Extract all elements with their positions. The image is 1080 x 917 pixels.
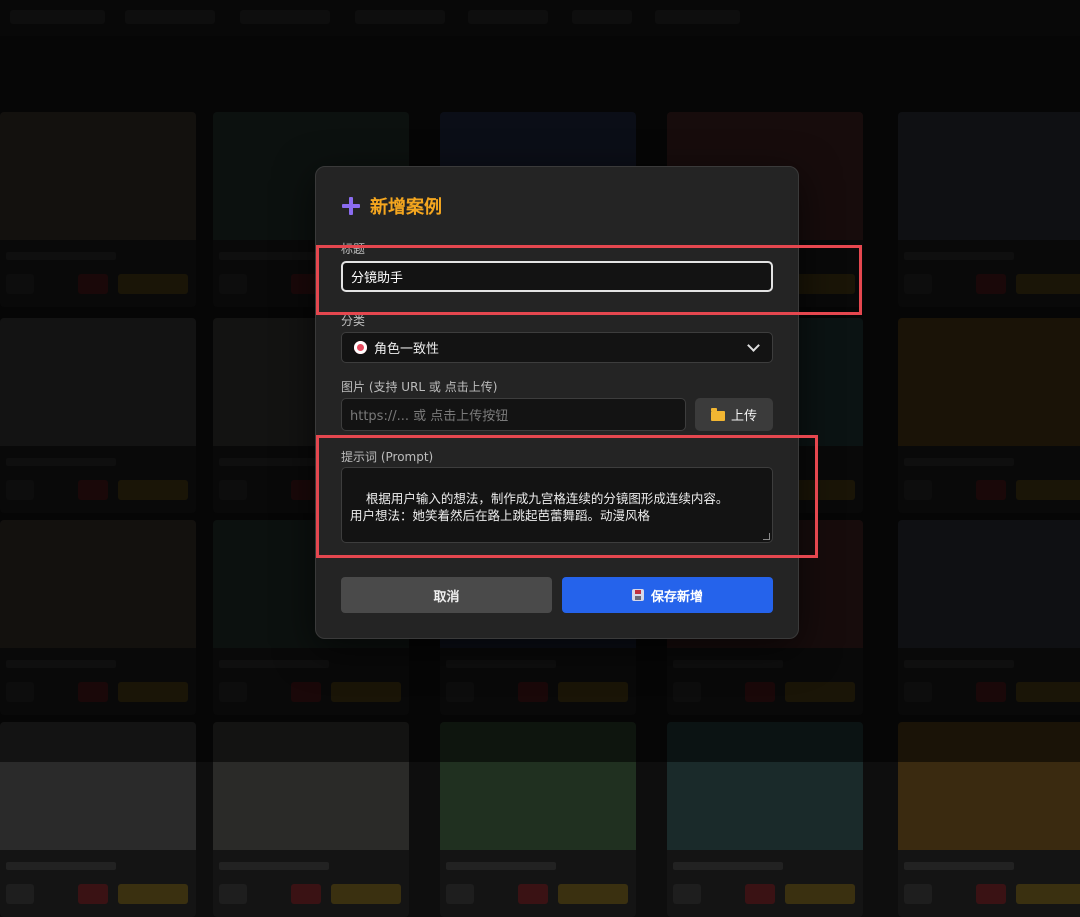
background-card-placeholder <box>6 862 116 870</box>
background-card-placeholder <box>904 884 932 904</box>
modal-header: 新增案例 <box>341 193 442 219</box>
background-card-placeholder <box>904 862 1014 870</box>
background-card-placeholder <box>518 884 548 904</box>
image-url-placeholder: https://... 或 点击上传按钮 <box>350 409 509 424</box>
upload-button-label: 上传 <box>730 409 757 424</box>
save-button-label: 保存新增 <box>650 589 703 605</box>
background-card-placeholder <box>673 884 701 904</box>
save-button[interactable]: 保存新增 <box>562 577 773 613</box>
plus-icon <box>341 196 361 216</box>
folder-icon <box>710 407 725 421</box>
title-highlight-box <box>316 245 862 315</box>
background-card-placeholder <box>78 884 108 904</box>
background-card-placeholder <box>331 884 401 904</box>
chevron-down-icon <box>747 339 760 352</box>
background-card-placeholder <box>219 884 247 904</box>
target-icon <box>354 341 367 354</box>
image-label: 图片 (支持 URL 或 点击上传) <box>341 380 498 394</box>
background-card-placeholder <box>558 884 628 904</box>
background-card-placeholder <box>745 884 775 904</box>
image-url-input[interactable]: https://... 或 点击上传按钮 <box>341 398 686 431</box>
background-card-placeholder <box>446 862 556 870</box>
background-card-placeholder <box>976 884 1006 904</box>
background-card-placeholder <box>6 884 34 904</box>
modal-title: 新增案例 <box>370 197 442 218</box>
background-card-placeholder <box>446 884 474 904</box>
background-card-placeholder <box>785 884 855 904</box>
cancel-button[interactable]: 取消 <box>341 577 552 613</box>
background-card-placeholder <box>1016 884 1080 904</box>
background-card-placeholder <box>219 862 329 870</box>
cancel-button-label: 取消 <box>433 589 460 605</box>
prompt-highlight-box <box>316 435 818 558</box>
add-case-modal: 新增案例 标题 分镜助手 分类 角色一致性 图片 (支持 URL 或 点击上传)… <box>315 166 799 639</box>
background-card-placeholder <box>291 884 321 904</box>
category-select[interactable]: 角色一致性 <box>341 332 773 363</box>
upload-button[interactable]: 上传 <box>695 398 773 431</box>
background-card-placeholder <box>673 862 783 870</box>
category-selected-value: 角色一致性 <box>374 342 440 357</box>
background-card-placeholder <box>118 884 188 904</box>
floppy-disk-icon <box>631 589 644 601</box>
